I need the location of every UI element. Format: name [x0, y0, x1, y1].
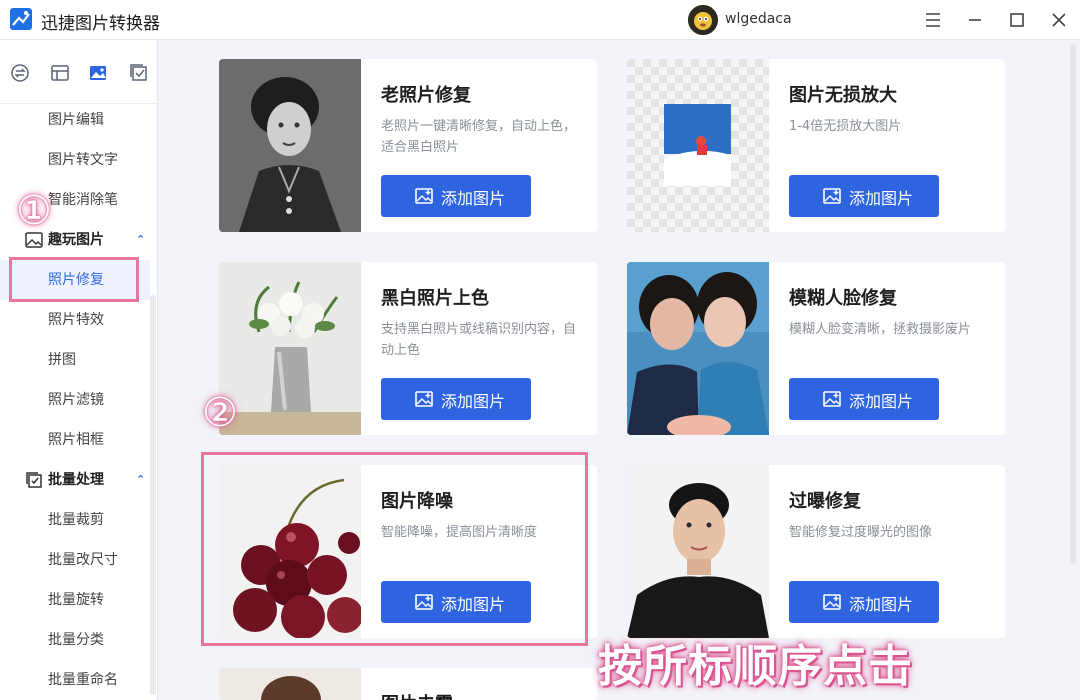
card-description: 支持黑白照片或线稿识别内容，自动上色: [381, 322, 577, 358]
add-image-label: 添加图片: [849, 595, 914, 614]
card-description: 模糊人脸变清晰，拯救摄影废片: [789, 322, 972, 337]
app-title: 迅捷图片转换器: [41, 14, 160, 34]
card-thumbnail: [627, 262, 769, 435]
annotation-highlight-photo-repair: [9, 257, 139, 302]
sidebar-item-image-to-text[interactable]: 图片转文字: [0, 140, 150, 180]
annotation-hint-text: 按所标顺序点击: [598, 641, 913, 692]
card-thumbnail: [219, 59, 361, 232]
sidebar-item-batch-classify[interactable]: 批量分类: [0, 620, 150, 660]
sidebar-item-batch-rotate[interactable]: 批量旋转: [0, 580, 150, 620]
card-thumbnail: [219, 262, 361, 435]
checkbox-icon[interactable]: [129, 63, 149, 83]
card-title: 老照片修复: [381, 85, 471, 106]
flower-vase-image-icon: [219, 262, 361, 435]
add-image-label: 添加图片: [441, 392, 506, 411]
annotation-highlight-denoise-card: [201, 452, 588, 646]
sidebar-item-batch-rename[interactable]: 批量重命名: [0, 660, 150, 700]
portrait-image-icon: [219, 668, 361, 700]
card-overexposure-repair[interactable]: 过曝修复 智能修复过度曝光的图像 添加图片: [627, 465, 1005, 638]
old-photo-image-icon: [219, 59, 361, 232]
annotation-step-1: ①: [16, 188, 52, 234]
sidebar-group-label: 批量处理: [48, 472, 104, 488]
card-title: 过曝修复: [789, 491, 861, 512]
convert-icon[interactable]: [10, 63, 30, 83]
main-scrollbar[interactable]: [1070, 44, 1076, 564]
man-portrait-image-icon: [627, 465, 769, 638]
sidebar-group-batch[interactable]: 批量处理 ⌃: [0, 460, 150, 500]
chevron-up-icon: ⌃: [136, 233, 146, 246]
add-image-label: 添加图片: [441, 189, 506, 208]
card-description: 老照片一键清晰修复，自动上色，适合黑白照片: [381, 119, 577, 155]
sidebar-item-photo-effects[interactable]: 照片特效: [0, 300, 150, 340]
add-image-label: 添加图片: [849, 392, 914, 411]
sidebar: 图片编辑 图片转文字 智能消除笔 趣玩图片 ⌃ 照片修复 照片特效 拼图 照片滤…: [0, 40, 158, 700]
add-image-icon: [823, 594, 841, 610]
card-old-photo-repair[interactable]: 老照片修复 老照片一键清晰修复，自动上色，适合黑白照片 添加图片: [219, 59, 597, 232]
add-image-button[interactable]: 添加图片: [789, 581, 939, 623]
add-image-button[interactable]: 添加图片: [789, 175, 939, 217]
card-description: 智能修复过度曝光的图像: [789, 525, 933, 540]
card-title: 图片去雾: [381, 690, 453, 700]
sidebar-item-image-edit[interactable]: 图片编辑: [0, 100, 150, 140]
sidebar-group-label: 趣玩图片: [48, 232, 104, 248]
layout-icon[interactable]: [50, 63, 70, 83]
username[interactable]: wlgedaca: [725, 11, 792, 27]
app-logo-icon: [10, 8, 32, 30]
add-image-button[interactable]: 添加图片: [789, 378, 939, 420]
annotation-step-2: ②: [202, 390, 238, 436]
upscale-image-icon: [627, 59, 769, 232]
add-image-icon: [823, 391, 841, 407]
close-icon[interactable]: [1048, 9, 1070, 31]
card-blurry-face-repair[interactable]: 模糊人脸修复 模糊人脸变清晰，拯救摄影废片 添加图片: [627, 262, 1005, 435]
card-title: 图片无损放大: [789, 85, 897, 106]
image-icon[interactable]: [88, 63, 108, 83]
menu-icon[interactable]: [922, 9, 944, 31]
add-image-button[interactable]: 添加图片: [381, 378, 531, 420]
sidebar-item-batch-crop[interactable]: 批量裁剪: [0, 500, 150, 540]
sidebar-scrollbar[interactable]: [150, 295, 156, 695]
add-image-icon: [823, 188, 841, 204]
avatar-image-icon: [688, 5, 718, 35]
add-image-button[interactable]: 添加图片: [381, 175, 531, 217]
card-description: 1-4倍无损放大图片: [789, 119, 902, 134]
card-thumbnail: [219, 668, 361, 700]
couple-photo-image-icon: [627, 262, 769, 435]
card-title: 黑白照片上色: [381, 288, 489, 309]
card-bw-colorize[interactable]: 黑白照片上色 支持黑白照片或线稿识别内容，自动上色 添加图片: [219, 262, 597, 435]
add-image-label: 添加图片: [849, 189, 914, 208]
add-image-icon: [415, 391, 433, 407]
sidebar-tool-icons: [0, 40, 157, 104]
avatar[interactable]: [688, 5, 718, 35]
add-image-icon: [415, 188, 433, 204]
checkbox-icon: [26, 472, 42, 488]
card-lossless-upscale[interactable]: 图片无损放大 1-4倍无损放大图片 添加图片: [627, 59, 1005, 232]
card-dehaze[interactable]: 图片去雾: [219, 668, 597, 700]
card-thumbnail: [627, 59, 769, 232]
sidebar-item-batch-resize[interactable]: 批量改尺寸: [0, 540, 150, 580]
minimize-icon[interactable]: [964, 9, 986, 31]
sidebar-item-photo-filter[interactable]: 照片滤镜: [0, 380, 150, 420]
sidebar-item-photo-frame[interactable]: 照片相框: [0, 420, 150, 460]
title-bar: 迅捷图片转换器 wlgedaca: [0, 0, 1080, 40]
chevron-up-icon: ⌃: [136, 473, 146, 486]
sidebar-item-collage[interactable]: 拼图: [0, 340, 150, 380]
card-thumbnail: [627, 465, 769, 638]
maximize-icon[interactable]: [1006, 9, 1028, 31]
card-title: 模糊人脸修复: [789, 288, 897, 309]
